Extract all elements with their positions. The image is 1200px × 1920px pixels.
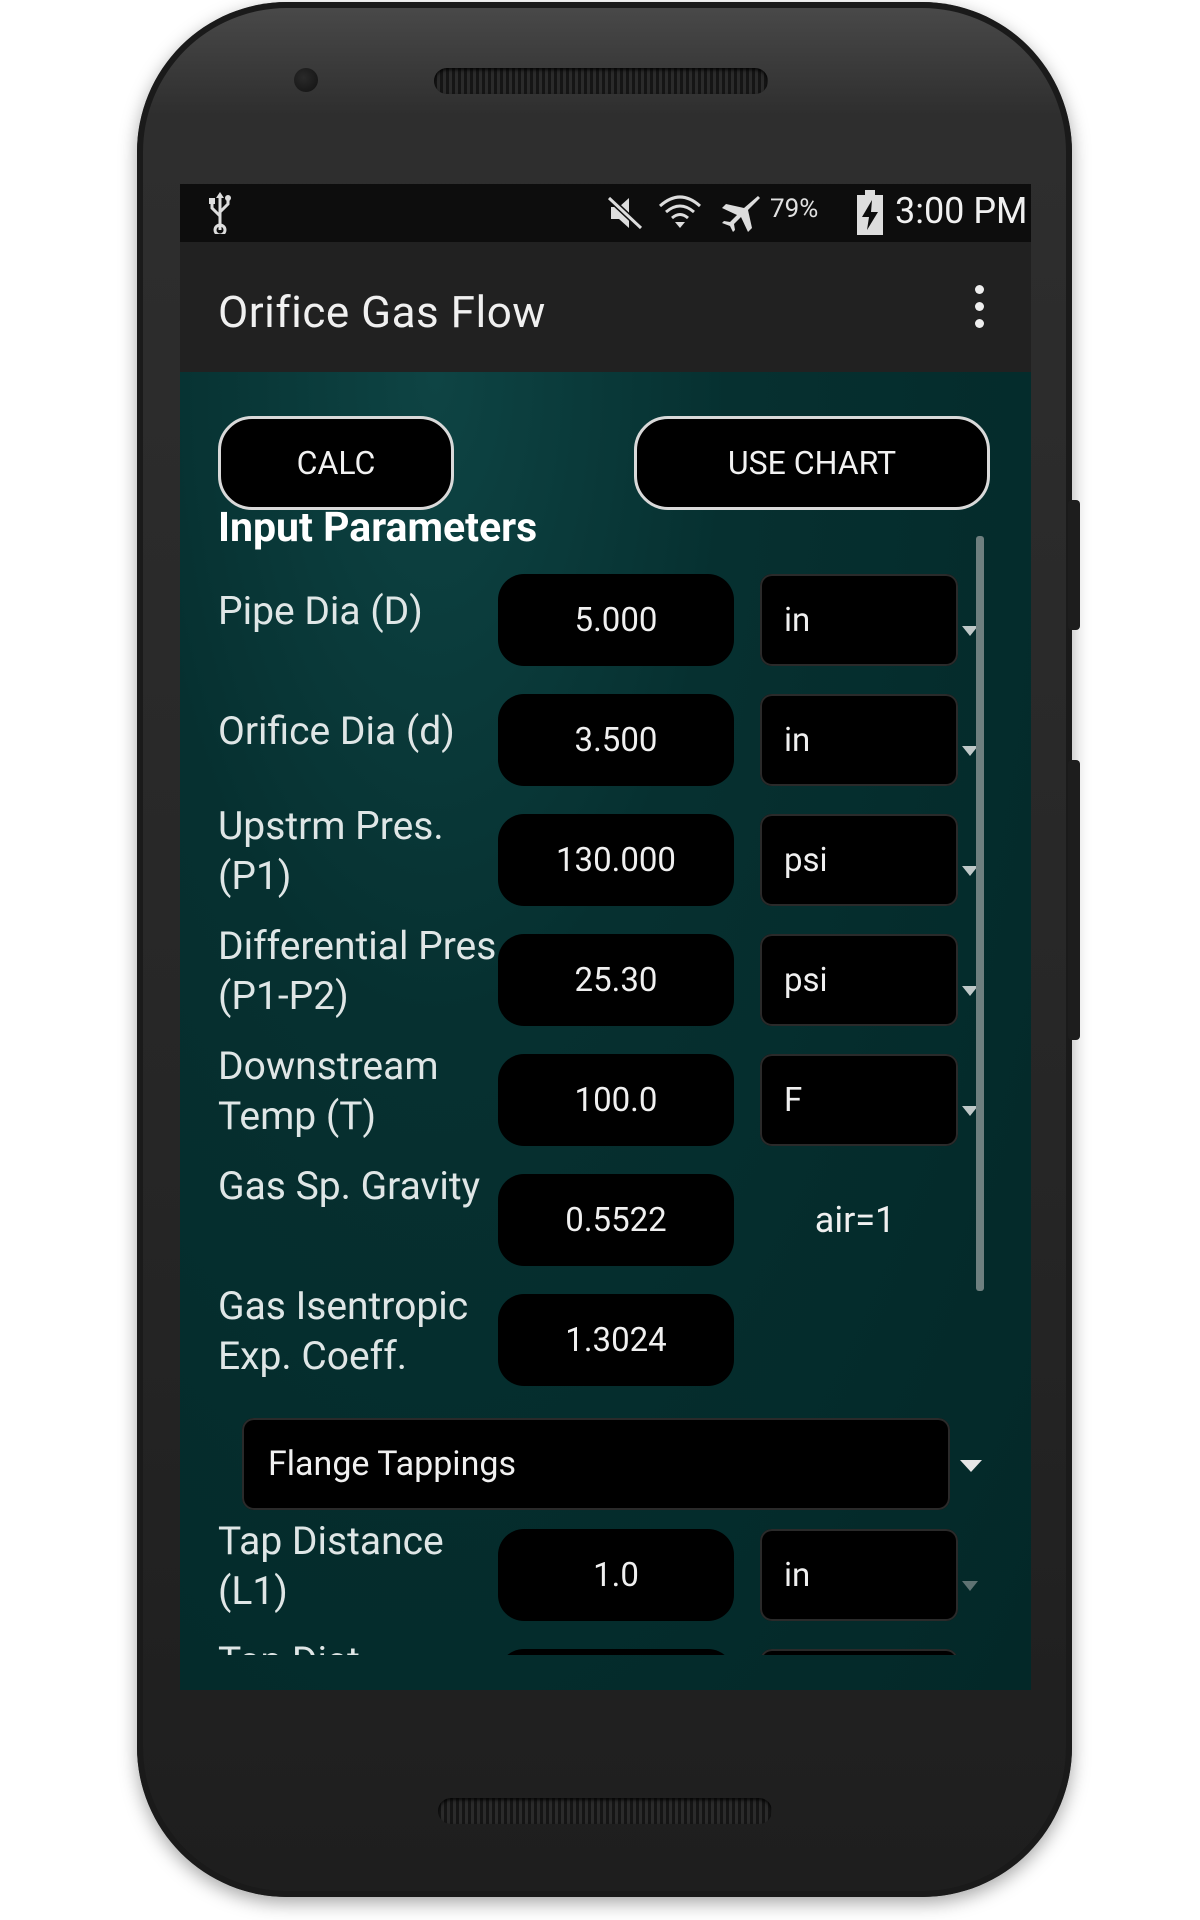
screen: 79% 3:00 PM Orifice Gas Flow CALC USE CH… [180, 184, 1031, 1690]
bottom-speaker-grille [438, 1798, 772, 1824]
wifi-icon [658, 195, 702, 228]
pipe-dia-label: Pipe Dia (D) [218, 588, 423, 634]
gas-specific-gravity-input[interactable]: 0.5522 [498, 1174, 734, 1266]
differential-pressure-label: Differential Pres. (P1-P2) [218, 923, 507, 1019]
differential-pressure-unit: psi [784, 960, 828, 1000]
tapping-type-spinner[interactable]: Flange Tappings [242, 1418, 950, 1510]
isentropic-coeff-label: Gas Isentropic Exp. Coeff. [218, 1283, 469, 1379]
downstream-temp-label: Downstream Temp (T) [218, 1043, 439, 1139]
chevron-down-icon [962, 1581, 978, 1591]
tap-distance-2-input[interactable] [498, 1649, 734, 1655]
orifice-dia-input[interactable]: 3.500 [498, 694, 734, 786]
tap-distance-2-label: Tap Dist... [218, 1636, 508, 1655]
downstream-temp-unit-spinner[interactable]: F [760, 1054, 958, 1146]
upstream-pressure-unit-spinner[interactable]: psi [760, 814, 958, 906]
clock: 3:00 PM [895, 190, 1028, 232]
battery-percent: 79% [770, 194, 819, 224]
scroll-view[interactable]: CALC USE CHART Input Parameters Pipe Dia… [180, 372, 1031, 1655]
tap-distance-unit-spinner[interactable]: in [760, 1529, 958, 1621]
overflow-menu-icon[interactable] [960, 282, 1000, 332]
upstream-pressure-input[interactable]: 130.000 [498, 814, 734, 906]
pipe-dia-input[interactable]: 5.000 [498, 574, 734, 666]
orifice-dia-label: Orifice Dia (d) [218, 708, 455, 754]
downstream-temp-input[interactable]: 100.0 [498, 1054, 734, 1146]
orifice-dia-unit: in [784, 720, 811, 760]
tap-distance-label: Tap Distance (L1) [218, 1518, 444, 1614]
status-bar: 79% 3:00 PM [180, 184, 1031, 242]
airplane-icon [722, 196, 760, 232]
orifice-dia-unit-spinner[interactable]: in [760, 694, 958, 786]
tap-distance-unit: in [784, 1555, 811, 1595]
front-camera [294, 68, 318, 92]
section-heading: Input Parameters [218, 504, 538, 552]
content-area: CALC USE CHART Input Parameters Pipe Dia… [180, 372, 1031, 1690]
mute-icon [606, 195, 644, 231]
top-speaker-grille [434, 68, 768, 94]
battery-charging-icon [857, 190, 883, 235]
pipe-dia-unit: in [784, 600, 811, 640]
scrollbar[interactable] [976, 536, 984, 1291]
pipe-dia-unit-spinner[interactable]: in [760, 574, 958, 666]
calc-button[interactable]: CALC [218, 416, 454, 510]
upstream-pressure-unit: psi [784, 840, 828, 880]
volume-button [1068, 500, 1080, 630]
power-button [1068, 760, 1080, 1040]
tap-distance-input[interactable]: 1.0 [498, 1529, 734, 1621]
use-chart-button[interactable]: USE CHART [634, 416, 990, 510]
differential-pressure-input[interactable]: 25.30 [498, 934, 734, 1026]
app-bar: Orifice Gas Flow [180, 242, 1031, 372]
app-title: Orifice Gas Flow [218, 286, 546, 338]
chevron-down-icon [960, 1460, 982, 1472]
isentropic-coeff-input[interactable]: 1.3024 [498, 1294, 734, 1386]
differential-pressure-unit-spinner[interactable]: psi [760, 934, 958, 1026]
tap-distance-2-unit-spinner[interactable] [760, 1649, 958, 1655]
downstream-temp-unit: F [784, 1080, 803, 1120]
usb-icon [209, 192, 231, 234]
gas-specific-gravity-unit: air=1 [814, 1199, 896, 1241]
tapping-type-value: Flange Tappings [268, 1444, 516, 1484]
upstream-pressure-label: Upstrm Pres. (P1) [218, 803, 444, 899]
gas-specific-gravity-label: Gas Sp. Gravity [218, 1163, 481, 1209]
